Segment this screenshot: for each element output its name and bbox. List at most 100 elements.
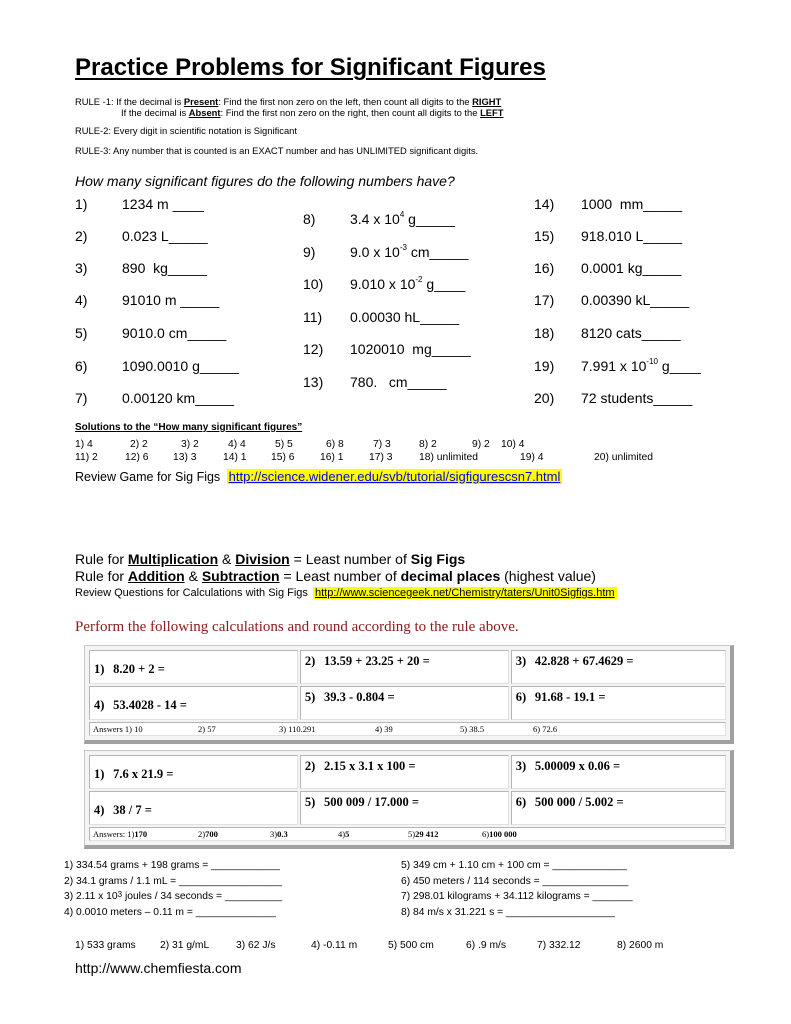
sigfig-item-tail: g____ — [422, 276, 466, 292]
sigfig-item-value: 780. cm_____ — [350, 374, 447, 390]
sigfig-item: 2) 0.023 L_____ — [75, 228, 208, 244]
sigfig-item: 16) 0.0001 kg_____ — [534, 260, 681, 276]
unit-calc-3: 3) 2.11 x 103 joules / 34 seconds = ____… — [64, 890, 283, 902]
sigfig-item-number: 3) — [75, 260, 88, 276]
solution-item: 9) 2 — [472, 439, 490, 450]
review-game-label: Review Game for Sig Figs — [75, 470, 221, 484]
review-game: Review Game for Sig Figs http://science.… — [75, 469, 563, 484]
sigfig-item-number: 8) — [303, 211, 316, 227]
add-word: Addition — [127, 568, 185, 584]
unit-calc-1: 1) 334.54 grams + 198 grams = __________… — [64, 860, 280, 871]
solution-item: 7) 3 — [373, 439, 391, 450]
sigfig-item-tail: g____ — [657, 358, 701, 374]
solution-item: 1) 4 — [75, 439, 93, 450]
add-amp: & — [184, 568, 202, 584]
sigfig-item: 10) 9.010 x 10-2 g____ — [303, 275, 466, 292]
sigfig-item-value: 9010.0 cm_____ — [122, 325, 227, 341]
solution-item: 19) 4 — [520, 452, 544, 463]
cell-expr: 500 009 / 17.000 = — [324, 795, 419, 809]
sigfig-item: 7) 0.00120 km_____ — [75, 390, 234, 406]
solution-item: 5) 5 — [275, 439, 293, 450]
answer-value: 29 412 — [415, 829, 439, 839]
decimal-places-bold: decimal places — [400, 568, 501, 584]
sigfig-item: 6) 1090.0010 g_____ — [75, 358, 239, 374]
sigfig-item: 5) 9010.0 cm_____ — [75, 325, 226, 341]
sigfig-item-exponent: 4 — [399, 210, 405, 219]
calc-table-1: 1) 8.20 + 2 = 2) 13.59 + 23.25 + 20 = 3)… — [84, 645, 734, 744]
sub-word: Subtraction — [201, 568, 280, 584]
answers-label: Answers: 1) — [93, 829, 135, 839]
solution-item: 2) 2 — [130, 439, 148, 450]
review-questions-label: Review Questions for Calculations with S… — [75, 587, 308, 599]
sigfig-item: 14) 1000 mm_____ — [534, 196, 682, 212]
sigfig-item: 3) 890 kg_____ — [75, 260, 207, 276]
sigfig-item-value: 0.00390 kL_____ — [581, 292, 690, 308]
unit-calc-3-post: joules / 34 seconds = __________ — [122, 891, 283, 902]
sigfig-item-value: 0.00030 hL_____ — [350, 309, 459, 325]
rule-1-right: RIGHT — [472, 96, 502, 107]
sigfig-item-value: 1000 mm_____ — [581, 196, 683, 212]
sigfig-item-base: 9.0 x 10 — [350, 244, 400, 260]
cell-expr: 2.15 x 3.1 x 100 = — [324, 759, 416, 773]
unit-answer: 4) -0.11 m — [311, 940, 358, 951]
solution-item: 20) unlimited — [594, 452, 653, 463]
answer-value: 100 000 — [489, 829, 517, 839]
cell-number: 4) — [94, 698, 105, 712]
cell-number: 3) — [515, 654, 527, 668]
mult-amp: & — [218, 551, 236, 567]
unit-calc-5: 5) 349 cm + 1.10 cm + 100 cm = _________… — [401, 860, 627, 871]
sigfig-item-number: 4) — [75, 292, 88, 308]
sigfig-item: 13) 780. cm_____ — [303, 374, 447, 390]
sigfig-item: 1) 1234 m ____ — [75, 196, 204, 212]
unit-calc-3-exp: 3 — [117, 890, 123, 899]
sigfig-item-number: 5) — [75, 325, 88, 341]
review-questions-link[interactable]: http://www.sciencegeek.net/Chemistry/tat… — [313, 587, 617, 599]
solutions-heading: Solutions to the “How many significant f… — [75, 422, 303, 433]
rule-2: RULE-2: Every digit in scientific notati… — [75, 125, 297, 136]
answer: Answers 1) 10 — [93, 724, 143, 734]
mult-rule-prefix: Rule for — [75, 551, 128, 567]
unit-calc-2: 2) 34.1 grams / 1.1 mL = _______________… — [64, 876, 283, 887]
calc-cell: 6) 500 000 / 5.002 = — [510, 791, 726, 825]
cell-expr: 39.3 - 0.804 = — [324, 690, 395, 704]
div-word: Division — [235, 551, 290, 567]
sigfig-item-number: 9) — [303, 244, 316, 260]
sigfig-item-exponent: -2 — [415, 275, 423, 284]
sigfig-item: 4) 91010 m _____ — [75, 292, 219, 308]
cell-number: 1) — [94, 767, 105, 781]
calc-cell: 2) 2.15 x 3.1 x 100 = — [299, 755, 509, 789]
rule-1b-prefix: If the decimal is — [121, 107, 189, 118]
answer-value: 5 — [345, 829, 350, 839]
calc-cell: 6) 91.68 - 19.1 = — [510, 686, 726, 720]
sigfig-item-number: 10) — [303, 276, 324, 292]
solution-item: 17) 3 — [369, 452, 393, 463]
sigfig-item-exponent: -10 — [646, 357, 658, 366]
cell-expr: 13.59 + 23.25 + 20 = — [324, 654, 430, 668]
solutions-row-2: 11) 2 12) 6 13) 3 14) 1 15) 6 16) 1 17) 3 18) u… — [75, 452, 653, 465]
solution-item: 4) 4 — [228, 439, 246, 450]
review-game-link[interactable]: http://science.widener.edu/svb/tutorial/… — [226, 469, 563, 484]
sigfig-item-number: 16) — [534, 260, 555, 276]
sigfig-item-number: 19) — [534, 358, 555, 374]
cell-number: 1) — [94, 662, 105, 676]
cell-number: 5) — [304, 690, 316, 704]
footer-url[interactable]: http://www.chemfiesta.com — [75, 960, 242, 976]
answers-row-2: Answers: 1)170 2)700 3)0.3 4)5 5)29 412 … — [89, 827, 726, 841]
rule-1b-left: LEFT — [480, 107, 504, 118]
answer: 6) 72.6 — [533, 724, 558, 734]
sigfig-item: 8) 3.4 x 104 g_____ — [303, 210, 455, 227]
unit-answer: 3) 62 J/s — [236, 940, 276, 951]
cell-expr: 500 000 / 5.002 = — [534, 795, 624, 809]
solution-item: 13) 3 — [173, 452, 197, 463]
mult-div-rule: Rule for Multiplication & Division = Lea… — [75, 551, 465, 567]
sigfig-item-value: 1020010 mg_____ — [350, 341, 471, 357]
sigfig-item-number: 13) — [303, 374, 324, 390]
rule-1-mid: : Find the first non zero on the left, t… — [218, 96, 473, 107]
sigfig-item-value: 918.010 L_____ — [581, 228, 683, 244]
rule-1b: If the decimal is Absent: Find the first… — [121, 107, 504, 118]
sigfig-item-value: 890 kg_____ — [122, 260, 207, 276]
cell-number: 4) — [94, 803, 105, 817]
sigfig-item-base: 7.991 x 10 — [581, 358, 647, 374]
cell-expr: 42.828 + 67.4629 = — [534, 654, 634, 668]
calc-cell: 5) 500 009 / 17.000 = — [299, 791, 509, 825]
